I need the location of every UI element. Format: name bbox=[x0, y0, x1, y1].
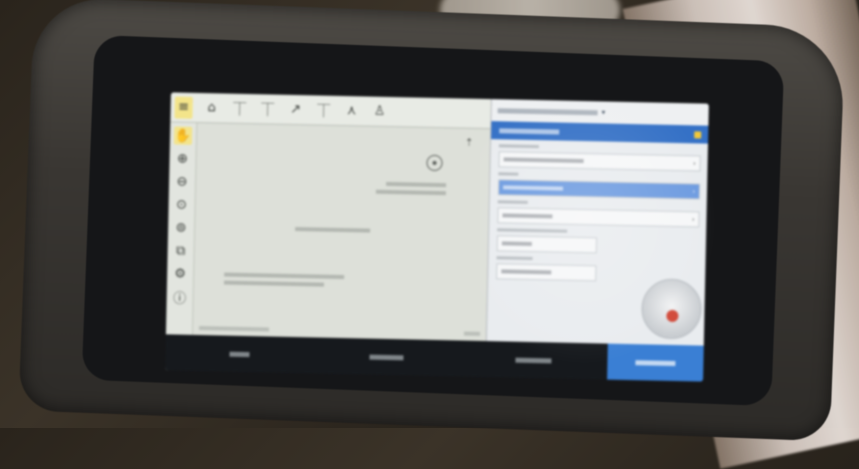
softkey-middle[interactable] bbox=[312, 337, 460, 376]
map-label-blurred bbox=[386, 181, 447, 188]
field-4 bbox=[489, 223, 708, 256]
field-input[interactable] bbox=[496, 263, 597, 282]
rover-icon[interactable]: ↗ bbox=[286, 98, 304, 120]
rod-icon[interactable]: ⏉ bbox=[314, 99, 332, 121]
person-icon[interactable]: ♙ bbox=[370, 100, 388, 122]
layers-icon[interactable]: ⧉ bbox=[171, 241, 189, 259]
map-label-blurred bbox=[295, 227, 371, 233]
rod-icon[interactable]: ⏉ bbox=[258, 98, 276, 120]
field-1: › bbox=[490, 139, 708, 172]
position-target-icon bbox=[426, 154, 443, 172]
chevron-right-icon: › bbox=[691, 215, 695, 223]
chevron-right-icon: › bbox=[692, 187, 696, 195]
panel-title-blurred bbox=[497, 107, 598, 115]
map-label-blurred bbox=[224, 272, 345, 280]
zoom-extents-icon[interactable]: ⊙ bbox=[172, 195, 190, 213]
measure-button-dot[interactable] bbox=[666, 309, 679, 323]
softkey-measure[interactable] bbox=[607, 343, 704, 382]
rod-icon[interactable]: ⏉ bbox=[230, 97, 248, 119]
menu-icon[interactable]: ≡ bbox=[174, 95, 193, 119]
map-label-blurred bbox=[375, 189, 446, 196]
field-2: › bbox=[490, 167, 709, 200]
field-3: › bbox=[489, 195, 708, 228]
settings-icon[interactable]: ⚙ bbox=[171, 264, 189, 282]
chevron-right-icon: › bbox=[693, 159, 696, 167]
measure-panel: ▾ › › › bbox=[485, 99, 709, 346]
status-text-right bbox=[463, 331, 481, 336]
map-label-blurred bbox=[223, 280, 325, 287]
pan-icon[interactable]: ✋ bbox=[173, 126, 193, 145]
info-icon[interactable]: ⓘ bbox=[171, 287, 189, 306]
north-arrow-icon: ⇡ bbox=[464, 137, 474, 149]
zoom-icon[interactable]: ⊚ bbox=[172, 218, 190, 236]
zoom-in-icon[interactable]: ⊕ bbox=[173, 149, 191, 167]
zoom-out-icon[interactable]: ⊖ bbox=[173, 172, 191, 190]
tripod-icon[interactable]: ⋏ bbox=[342, 99, 360, 121]
mode-label-blurred bbox=[499, 127, 560, 135]
survey-icon[interactable]: ⌂ bbox=[202, 97, 220, 119]
controller-screen: ≡ ⌂ ⏉ ⏉ ↗ ⏉ ⋏ ♙ ✋ ⊕ ⊖ ⊙ ⊚ ⧉ ⚙ ⓘ ⇡ ▾ › › … bbox=[165, 92, 709, 382]
map-view[interactable]: ⇡ bbox=[192, 123, 491, 341]
favorite-icon[interactable] bbox=[694, 130, 702, 139]
softkey-options[interactable] bbox=[460, 341, 608, 380]
softkey-left[interactable] bbox=[165, 334, 313, 373]
chevron-down-icon[interactable]: ▾ bbox=[602, 108, 606, 116]
compass-widget[interactable] bbox=[640, 278, 703, 340]
status-text-left bbox=[198, 326, 270, 332]
